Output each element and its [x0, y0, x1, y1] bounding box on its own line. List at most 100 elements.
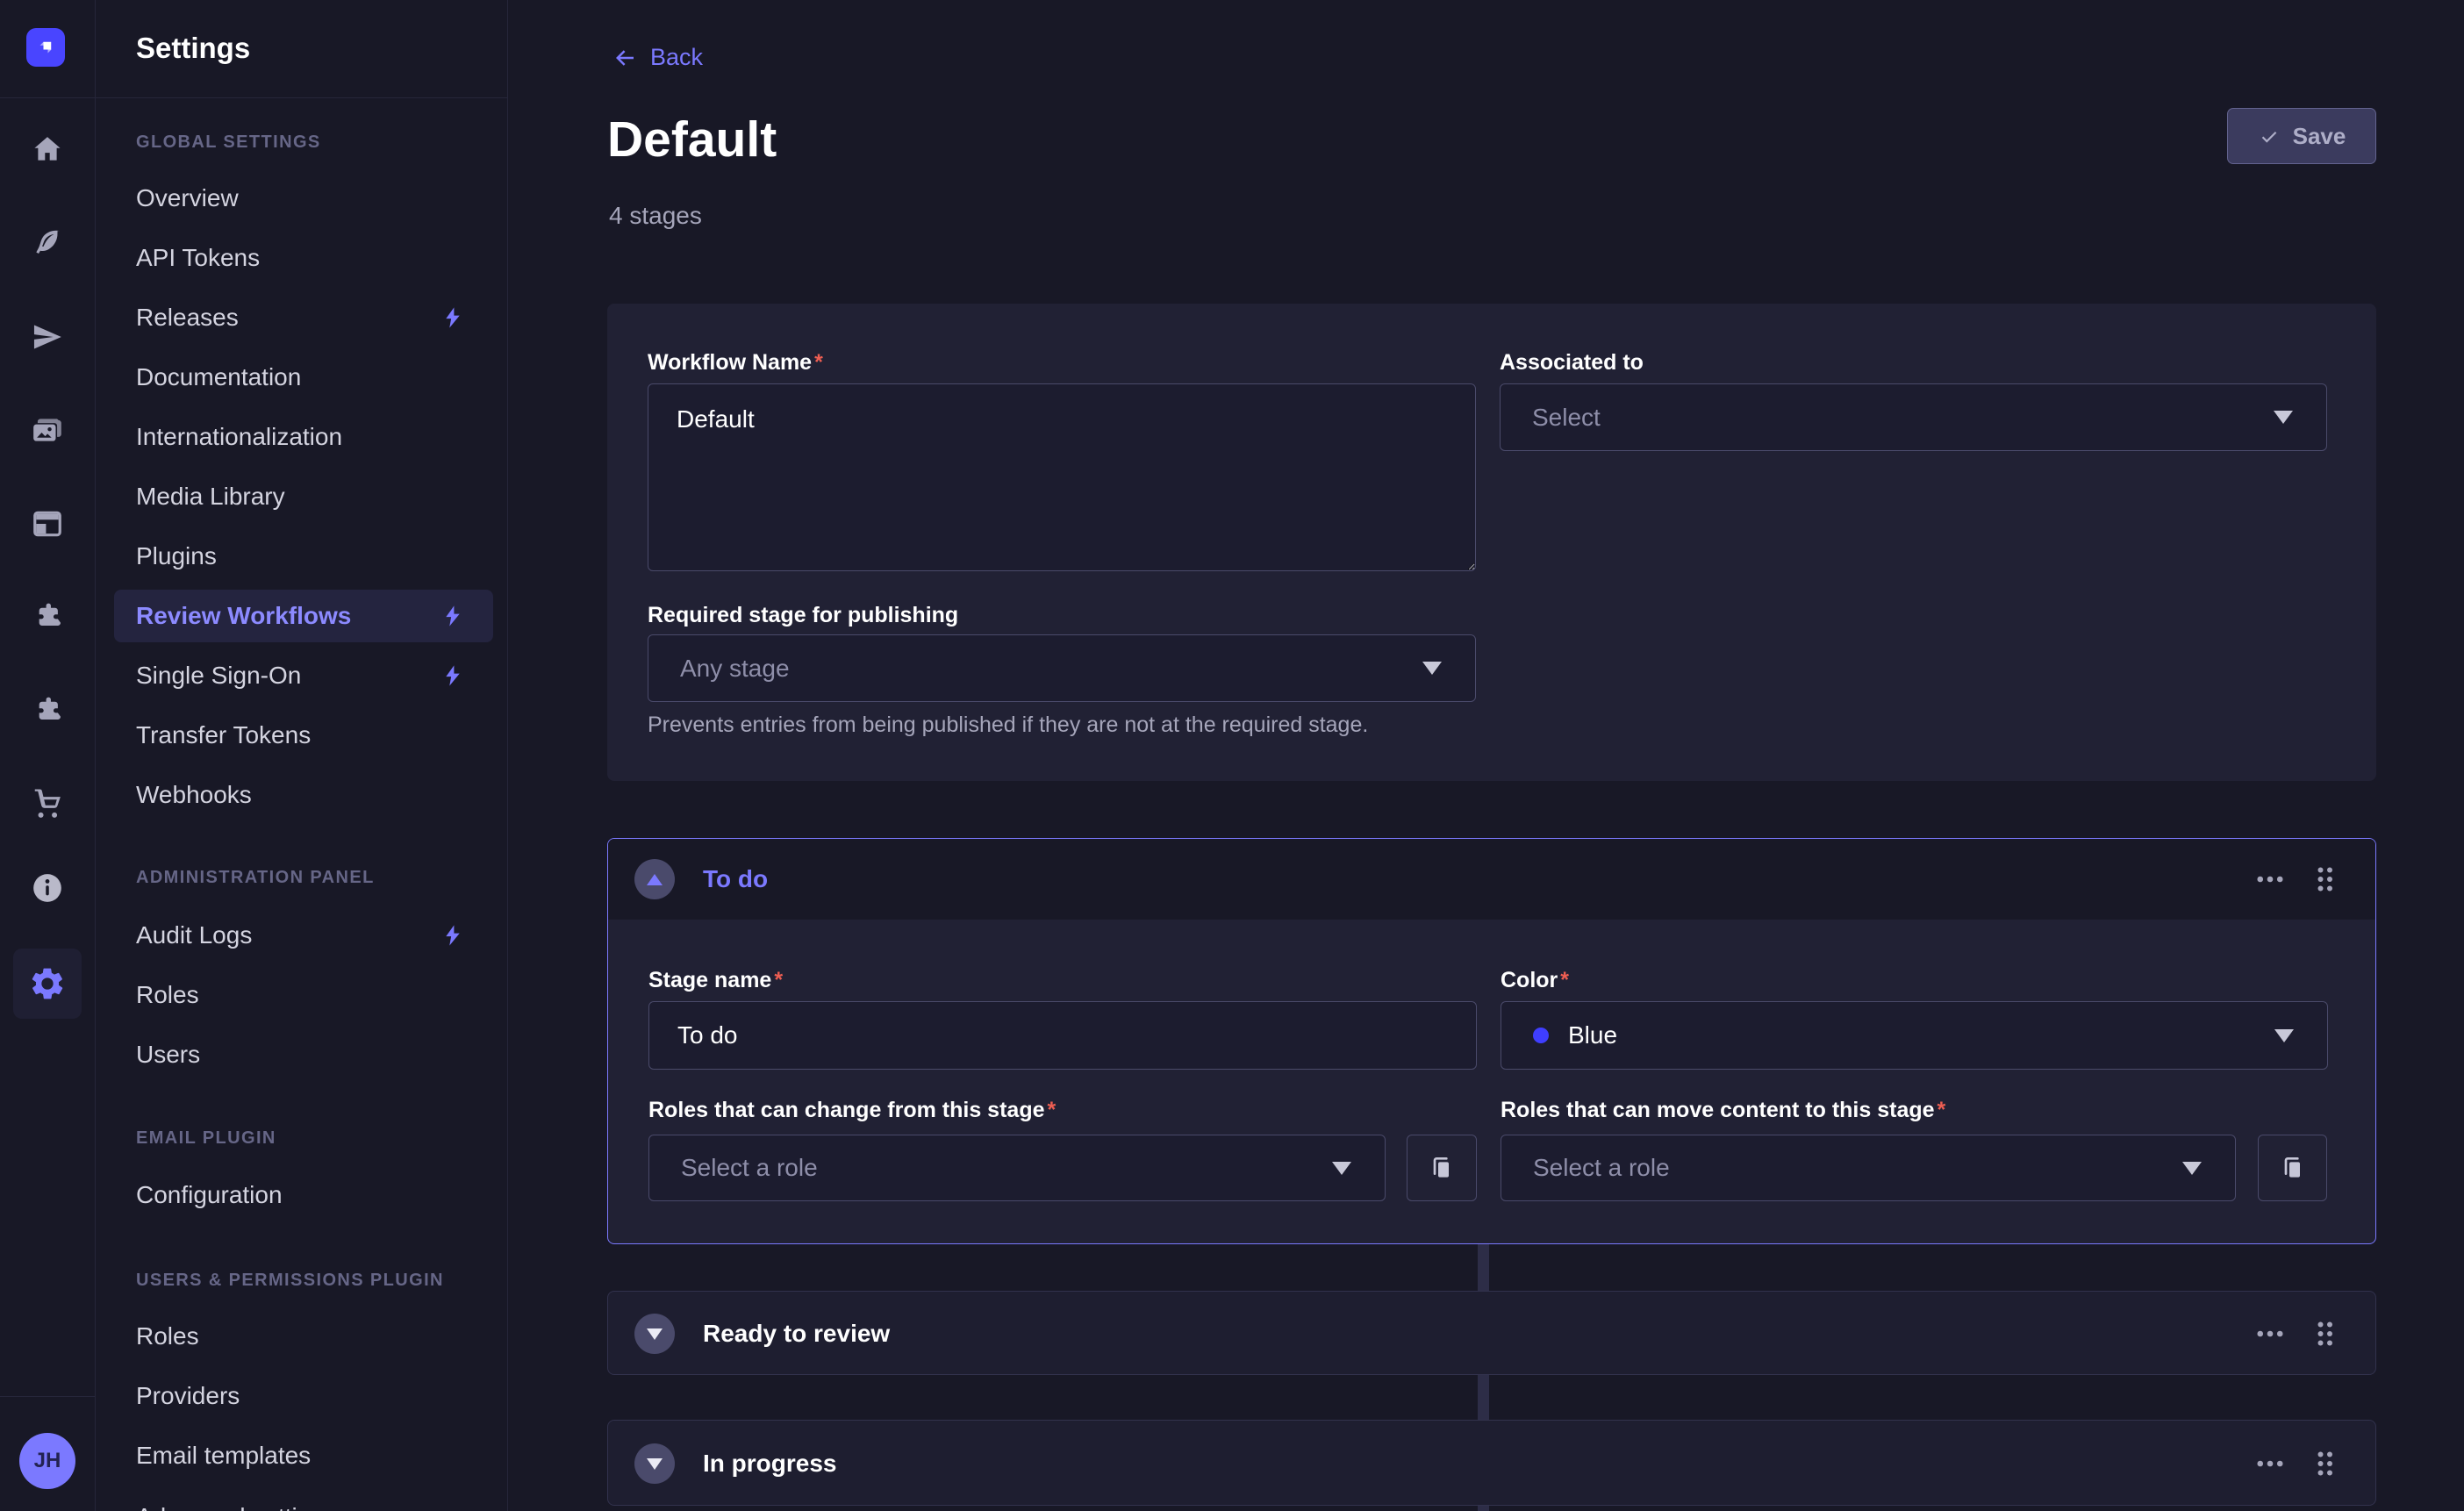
workflow-name-label: Workflow Name* — [648, 349, 823, 376]
lightning-icon — [441, 923, 465, 948]
expand-stage-button[interactable] — [634, 1314, 675, 1354]
stage-options-button[interactable] — [2254, 1318, 2286, 1350]
drag-dots-icon — [2309, 1318, 2340, 1350]
puzzle-icon-2 — [31, 694, 64, 727]
associated-to-select[interactable]: Select — [1500, 383, 2327, 451]
duplicate-roles-to-button[interactable] — [2258, 1135, 2327, 1201]
home-icon — [31, 132, 64, 166]
triangle-up-icon — [647, 874, 663, 885]
roles-to-select[interactable]: Select a role — [1501, 1135, 2236, 1201]
required-asterisk: * — [1560, 968, 1569, 993]
section-heading-global: GLOBAL SETTINGS — [136, 129, 321, 155]
sidebar-item-overview[interactable]: Overview — [114, 172, 493, 225]
copy-icon — [2279, 1154, 2307, 1182]
sidebar-item-internationalization[interactable]: Internationalization — [114, 411, 493, 463]
page-subtitle: 4 stages — [609, 202, 702, 230]
sidebar-item-users[interactable]: Users — [114, 1028, 493, 1081]
nav-home[interactable] — [30, 132, 65, 167]
nav-marketplace[interactable] — [30, 786, 65, 821]
drag-dots-icon — [2309, 863, 2340, 895]
stage-card-in-progress[interactable]: In progress — [607, 1420, 2376, 1506]
roles-from-label: Roles that can change from this stage* — [648, 1097, 1056, 1123]
triangle-down-icon — [647, 1328, 663, 1340]
sidebar-divider — [96, 97, 507, 98]
chevron-down-icon — [1332, 1162, 1351, 1175]
strapi-logo-icon — [32, 34, 59, 61]
gear-icon — [29, 965, 66, 1002]
required-asterisk: * — [774, 968, 783, 993]
shopping-cart-icon — [31, 787, 64, 820]
required-stage-label: Required stage for publishing — [648, 602, 958, 628]
sidebar-item-audit-logs[interactable]: Audit Logs — [114, 909, 493, 962]
page-title: Default — [607, 111, 777, 168]
sidebar-item-roles-up[interactable]: Roles — [114, 1310, 493, 1363]
sidebar-item-advanced-settings[interactable]: Advanced settings — [114, 1491, 493, 1511]
stage-ready-title: Ready to review — [703, 1314, 890, 1354]
stage-options-button[interactable] — [2254, 1448, 2286, 1479]
save-button[interactable]: Save — [2227, 108, 2376, 164]
layout-icon — [31, 507, 64, 541]
feather-pen-icon — [31, 226, 64, 260]
stage-name-input[interactable] — [648, 1001, 1477, 1070]
section-heading-users-permissions: USERS & PERMISSIONS PLUGIN — [136, 1267, 444, 1293]
duplicate-roles-from-button[interactable] — [1407, 1135, 1477, 1201]
workflow-name-textarea[interactable]: Default — [648, 383, 1476, 571]
nav-content-type-builder[interactable] — [30, 506, 65, 541]
sidebar-item-media-library[interactable]: Media Library — [114, 470, 493, 523]
back-link[interactable]: Back — [612, 44, 703, 71]
sidebar-item-providers[interactable]: Providers — [114, 1370, 493, 1422]
required-asterisk: * — [1938, 1098, 1946, 1123]
lightning-icon — [441, 604, 465, 628]
strapi-logo[interactable] — [26, 28, 65, 67]
images-icon — [31, 413, 64, 447]
chevron-down-icon — [2274, 411, 2293, 424]
nav-releases[interactable] — [30, 319, 65, 354]
sidebar-item-roles-admin[interactable]: Roles — [114, 969, 493, 1021]
expand-stage-button[interactable] — [634, 1443, 675, 1484]
roles-from-select[interactable]: Select a role — [648, 1135, 1386, 1201]
settings-sidebar: Settings GLOBAL SETTINGS Overview API To… — [96, 0, 508, 1511]
sidebar-item-email-templates[interactable]: Email templates — [114, 1429, 493, 1482]
sidebar-item-documentation[interactable]: Documentation — [114, 351, 493, 404]
nav-content-manager[interactable] — [30, 226, 65, 261]
avatar-initials: JH — [34, 1449, 61, 1473]
nav-help[interactable] — [30, 870, 65, 906]
stage-todo-header[interactable] — [608, 839, 2375, 920]
user-avatar[interactable]: JH — [19, 1433, 75, 1489]
stage-card-ready-to-review[interactable]: Ready to review — [607, 1291, 2376, 1375]
collapse-stage-button[interactable] — [634, 859, 675, 899]
required-stage-helper: Prevents entries from being published if… — [648, 713, 1368, 738]
triangle-down-icon — [647, 1458, 663, 1470]
color-dot-blue — [1533, 1028, 1549, 1043]
sidebar-item-review-workflows[interactable]: Review Workflows — [114, 590, 493, 642]
section-heading-email: EMAIL PLUGIN — [136, 1125, 276, 1151]
nav-settings[interactable] — [13, 949, 82, 1019]
stage-name-label: Stage name* — [648, 967, 783, 993]
rail-divider-top — [0, 97, 95, 98]
drag-dots-icon — [2309, 1448, 2340, 1479]
nav-media-library[interactable] — [30, 412, 65, 448]
nav-plugins-2[interactable] — [30, 693, 65, 728]
color-select[interactable]: Blue — [1501, 1001, 2328, 1070]
sidebar-item-webhooks[interactable]: Webhooks — [114, 769, 493, 821]
sidebar-item-releases[interactable]: Releases — [114, 291, 493, 344]
drag-handle[interactable] — [2309, 1448, 2340, 1479]
save-label: Save — [2293, 123, 2346, 150]
required-stage-select[interactable]: Any stage — [648, 634, 1476, 702]
required-asterisk: * — [1048, 1098, 1057, 1123]
associated-to-label: Associated to — [1500, 349, 1644, 376]
sidebar-item-single-sign-on[interactable]: Single Sign-On — [114, 649, 493, 702]
color-label: Color* — [1501, 967, 1569, 993]
associated-to-value: Select — [1532, 404, 1601, 432]
sidebar-item-configuration[interactable]: Configuration — [114, 1169, 493, 1221]
more-options-icon — [2254, 1318, 2286, 1350]
drag-handle[interactable] — [2309, 863, 2340, 895]
back-label: Back — [650, 44, 703, 71]
nav-plugins[interactable] — [30, 599, 65, 634]
sidebar-item-transfer-tokens[interactable]: Transfer Tokens — [114, 709, 493, 762]
stage-options-button[interactable] — [2254, 863, 2286, 895]
sidebar-item-api-tokens[interactable]: API Tokens — [114, 232, 493, 284]
stage-todo-title: To do — [703, 859, 768, 899]
sidebar-item-plugins[interactable]: Plugins — [114, 530, 493, 583]
drag-handle[interactable] — [2309, 1318, 2340, 1350]
